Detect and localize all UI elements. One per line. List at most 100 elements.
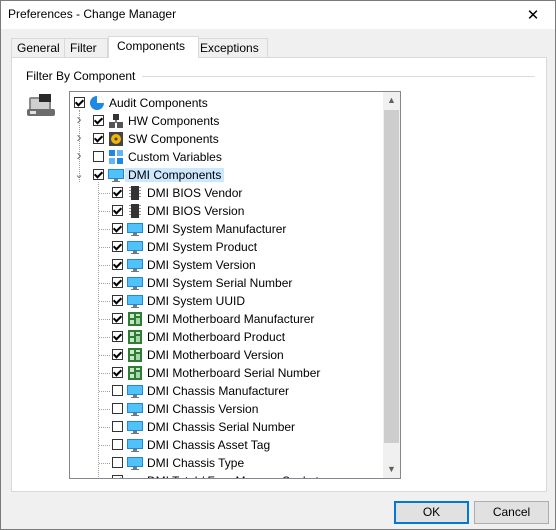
- tree-connector-line: [99, 229, 110, 230]
- tree-item[interactable]: DMI Chassis Version: [70, 400, 382, 418]
- monitor-icon: [127, 293, 143, 309]
- memory-icon: [127, 473, 143, 478]
- tree-item-checkbox[interactable]: [112, 403, 123, 414]
- tree-item-checkbox[interactable]: [112, 259, 123, 270]
- tree-scrollbar[interactable]: ▲ ▼: [383, 92, 400, 478]
- tree-connector-line: [99, 355, 110, 356]
- tree-connector-line: [99, 337, 110, 338]
- expand-chevron-icon[interactable]: ›: [74, 112, 84, 128]
- tree-item[interactable]: DMI Motherboard Version: [70, 346, 382, 364]
- tree-item[interactable]: DMI Chassis Serial Number: [70, 418, 382, 436]
- tree-item-checkbox[interactable]: [112, 385, 123, 396]
- component-tree[interactable]: Audit Components › HW Components › SW Compon…: [69, 91, 401, 479]
- tree-item-checkbox[interactable]: [112, 421, 123, 432]
- tree-item-label: DMI Total / Free Memory Sockets: [147, 474, 325, 478]
- tree-item[interactable]: DMI Chassis Asset Tag: [70, 436, 382, 454]
- tree-item[interactable]: DMI BIOS Vendor: [70, 184, 382, 202]
- tree-item[interactable]: DMI System Product: [70, 238, 382, 256]
- tree-item-checkbox[interactable]: [112, 367, 123, 378]
- tree-connector-line: [99, 373, 110, 374]
- tree-item[interactable]: › HW Components: [70, 112, 382, 130]
- tree-item-label: DMI Chassis Type: [147, 456, 245, 470]
- tree-item[interactable]: DMI Total / Free Memory Sockets: [70, 472, 382, 478]
- tree-item-checkbox[interactable]: [112, 439, 123, 450]
- tree-item[interactable]: DMI Motherboard Product: [70, 328, 382, 346]
- tree-item-label: DMI Chassis Version: [147, 402, 259, 416]
- tree-item[interactable]: DMI System UUID: [70, 292, 382, 310]
- tree-item-label: DMI Chassis Serial Number: [147, 420, 296, 434]
- tree-item-label: DMI Motherboard Serial Number: [147, 366, 321, 380]
- chassis-icon: [127, 401, 143, 417]
- tree-item-checkbox[interactable]: [112, 241, 123, 252]
- chip-icon: [127, 185, 143, 201]
- window-title: Preferences - Change Manager: [8, 7, 177, 21]
- tree-item-label: DMI System Product: [147, 240, 258, 254]
- tree-item[interactable]: › Custom Variables: [70, 148, 382, 166]
- tree-item-label: DMI Motherboard Manufacturer: [147, 312, 315, 326]
- tree-item-label: SW Components: [128, 132, 219, 146]
- tree-connector-line: [99, 409, 110, 410]
- chassis-icon: [127, 383, 143, 399]
- tree-item-checkbox[interactable]: [93, 133, 104, 144]
- scroll-up-arrow-icon[interactable]: ▲: [383, 92, 400, 109]
- tree-item-checkbox[interactable]: [93, 151, 104, 162]
- tree-item-label: DMI System Manufacturer: [147, 222, 287, 236]
- expand-chevron-icon[interactable]: ›: [74, 130, 84, 146]
- tree-item-checkbox[interactable]: [112, 475, 123, 478]
- ok-button[interactable]: OK: [394, 501, 469, 524]
- tree-item[interactable]: DMI System Manufacturer: [70, 220, 382, 238]
- tree-item-label: DMI Chassis Manufacturer: [147, 384, 290, 398]
- tree-item[interactable]: DMI Chassis Type: [70, 454, 382, 472]
- tab-components[interactable]: Components: [108, 36, 199, 58]
- tree-item[interactable]: › SW Components: [70, 130, 382, 148]
- cancel-button[interactable]: Cancel: [474, 501, 549, 524]
- tree-item-checkbox[interactable]: [112, 349, 123, 360]
- computer-component-icon: [27, 94, 55, 116]
- monitor-icon: [127, 221, 143, 237]
- tree-connector-line: [99, 247, 110, 248]
- tree-item-checkbox[interactable]: [112, 187, 123, 198]
- group-label: Filter By Component: [26, 69, 142, 83]
- tab-general[interactable]: General: [11, 38, 66, 57]
- tab-exceptions[interactable]: Exceptions: [194, 38, 268, 57]
- monitor-icon: [127, 275, 143, 291]
- tree-item[interactable]: DMI Chassis Manufacturer: [70, 382, 382, 400]
- chassis-icon: [127, 455, 143, 471]
- tree-connector-line: [99, 193, 110, 194]
- tree-item-checkbox[interactable]: [74, 97, 85, 108]
- scroll-down-arrow-icon[interactable]: ▼: [383, 461, 400, 478]
- tree-connector-line: [99, 319, 110, 320]
- custom-variables-icon: [108, 149, 124, 165]
- tree-item-checkbox[interactable]: [112, 313, 123, 324]
- tree-item[interactable]: DMI System Version: [70, 256, 382, 274]
- tree-item-checkbox[interactable]: [112, 457, 123, 468]
- tree-item-label: DMI BIOS Version: [147, 204, 245, 218]
- tree-item[interactable]: DMI BIOS Version: [70, 202, 382, 220]
- tree-item-checkbox[interactable]: [112, 205, 123, 216]
- scroll-thumb[interactable]: [384, 110, 399, 443]
- tree-item-label: DMI Components: [125, 168, 225, 182]
- tree-connector-line: [99, 211, 110, 212]
- motherboard-icon: [127, 311, 143, 327]
- chassis-icon: [127, 419, 143, 435]
- tree-item-checkbox[interactable]: [112, 277, 123, 288]
- tree-item-label: DMI System UUID: [147, 294, 246, 308]
- tree-item-checkbox[interactable]: [112, 223, 123, 234]
- tree-item-label: Custom Variables: [128, 150, 222, 164]
- collapse-chevron-icon[interactable]: ⌄: [74, 168, 84, 182]
- software-disc-icon: [108, 131, 124, 147]
- tree-item[interactable]: DMI Motherboard Manufacturer: [70, 310, 382, 328]
- tree-item[interactable]: Audit Components: [70, 94, 382, 112]
- tree-item-checkbox[interactable]: [93, 169, 104, 180]
- tree-item-checkbox[interactable]: [112, 295, 123, 306]
- tree-item[interactable]: ⌄ DMI Components: [70, 166, 382, 184]
- tree-item[interactable]: DMI System Serial Number: [70, 274, 382, 292]
- expand-chevron-icon[interactable]: ›: [74, 148, 84, 164]
- tab-filter[interactable]: Filter: [64, 38, 108, 57]
- tree-item[interactable]: DMI Motherboard Serial Number: [70, 364, 382, 382]
- tree-item-checkbox[interactable]: [93, 115, 104, 126]
- monitor-icon: [127, 239, 143, 255]
- tree-item-checkbox[interactable]: [112, 331, 123, 342]
- close-button[interactable]: ✕: [511, 1, 555, 29]
- motherboard-icon: [127, 365, 143, 381]
